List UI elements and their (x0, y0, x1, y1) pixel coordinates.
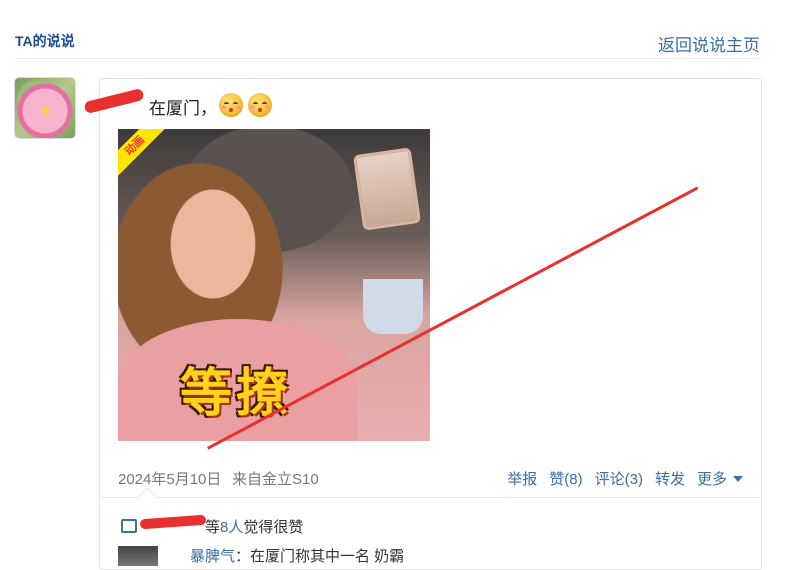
back-to-main-link[interactable]: 返回说说主页 (658, 31, 760, 56)
animated-badge: 动画 (118, 129, 167, 178)
more-label: 更多 (696, 471, 727, 488)
more-button[interactable]: 更多 (697, 468, 743, 489)
kissing-face-icon (248, 93, 272, 117)
comment-body: ：在厦门称其中一名 奶霸 (235, 548, 405, 565)
forward-button[interactable]: 转发 (655, 468, 685, 489)
chevron-down-icon (733, 476, 743, 482)
post-text: 在厦门， (149, 99, 217, 118)
likes-count-link[interactable]: 8人 (220, 519, 243, 536)
image-cup-shape (363, 279, 423, 334)
post-date: 2024年5月10日 (118, 471, 222, 488)
commenter-avatar[interactable] (118, 546, 158, 566)
kissing-face-icon (219, 93, 243, 117)
flower-center (41, 107, 49, 115)
author-avatar[interactable] (15, 78, 75, 138)
comment-username[interactable]: 暴脾气 (190, 548, 235, 565)
report-button[interactable]: 举报 (507, 468, 537, 489)
likes-prefix: 等 (205, 519, 221, 536)
post-image[interactable]: 动画 等撩 (118, 129, 430, 441)
like-button[interactable]: 赞(8) (549, 468, 582, 489)
likes-suffix: 觉得很赞 (243, 519, 304, 536)
post-source-device: 来自金立S10 (232, 471, 319, 488)
comment-button[interactable]: 评论(3) (595, 468, 643, 489)
page-header: TA的说说 返回说说主页 (15, 25, 760, 59)
thumb-up-icon (121, 519, 137, 533)
likes-summary: 等8人觉得很赞 (205, 516, 303, 537)
comment-row: 暴脾气：在厦门称其中一名 奶霸 (172, 545, 404, 566)
page-title: TA的说说 (15, 33, 75, 49)
image-caption: 等撩 (180, 364, 293, 424)
section-divider (100, 497, 760, 498)
image-phone-shape (352, 147, 422, 231)
post-actions: 举报 赞(8) 评论(3) 转发 更多 (507, 468, 743, 489)
